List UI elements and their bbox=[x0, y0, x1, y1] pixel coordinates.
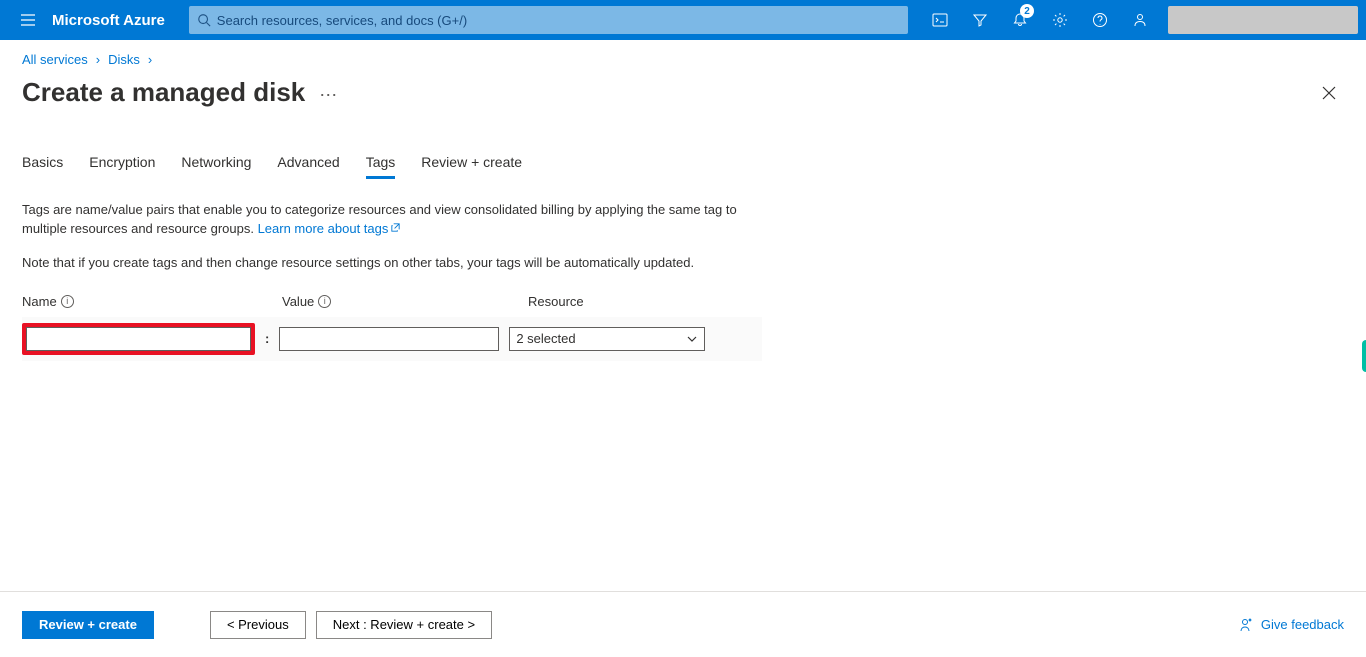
account-info[interactable] bbox=[1168, 6, 1358, 34]
info-icon[interactable]: i bbox=[61, 295, 74, 308]
close-icon bbox=[1322, 86, 1336, 100]
page-body: All services › Disks › Create a managed … bbox=[0, 40, 1366, 591]
menu-icon bbox=[20, 12, 36, 28]
column-headers: Name i Value i Resource bbox=[22, 294, 762, 309]
help-button[interactable] bbox=[1082, 0, 1118, 40]
search-input[interactable] bbox=[217, 13, 900, 28]
tab-encryption[interactable]: Encryption bbox=[89, 148, 155, 179]
previous-button[interactable]: < Previous bbox=[210, 611, 306, 639]
tab-review-create[interactable]: Review + create bbox=[421, 148, 522, 179]
breadcrumb-link[interactable]: Disks bbox=[108, 52, 140, 67]
next-button[interactable]: Next : Review + create > bbox=[316, 611, 492, 639]
value-column-header: Value bbox=[282, 294, 314, 309]
close-button[interactable] bbox=[1314, 82, 1344, 104]
page-title: Create a managed disk bbox=[22, 77, 305, 108]
more-actions-button[interactable]: ⋯ bbox=[319, 85, 337, 106]
tab-tags[interactable]: Tags bbox=[366, 148, 396, 179]
review-create-button[interactable]: Review + create bbox=[22, 611, 154, 639]
tab-basics[interactable]: Basics bbox=[22, 148, 63, 179]
directory-filter-button[interactable] bbox=[962, 0, 998, 40]
tab-networking[interactable]: Networking bbox=[181, 148, 251, 179]
top-bar: Microsoft Azure 2 bbox=[0, 0, 1366, 40]
feedback-person-icon bbox=[1239, 617, 1255, 633]
global-search[interactable] bbox=[189, 6, 908, 34]
tag-name-input[interactable] bbox=[26, 327, 251, 351]
notifications-button[interactable]: 2 bbox=[1002, 0, 1038, 40]
info-icon[interactable]: i bbox=[318, 295, 331, 308]
name-value-separator: : bbox=[265, 331, 269, 346]
tags-description: Tags are name/value pairs that enable yo… bbox=[22, 201, 762, 239]
learn-more-link[interactable]: Learn more about tags bbox=[258, 221, 402, 236]
chevron-right-icon: › bbox=[96, 52, 100, 67]
external-link-icon bbox=[390, 220, 401, 239]
tag-value-input[interactable] bbox=[279, 327, 499, 351]
gear-icon bbox=[1052, 12, 1068, 28]
chevron-down-icon bbox=[686, 333, 698, 345]
chevron-right-icon: › bbox=[148, 52, 152, 67]
resource-column-header: Resource bbox=[528, 294, 584, 309]
name-column-header: Name bbox=[22, 294, 57, 309]
help-icon bbox=[1092, 12, 1108, 28]
feedback-icon bbox=[1132, 12, 1148, 28]
tags-note: Note that if you create tags and then ch… bbox=[22, 255, 762, 270]
search-icon bbox=[197, 13, 211, 27]
give-feedback-label: Give feedback bbox=[1261, 617, 1344, 632]
cloud-shell-icon bbox=[932, 12, 948, 28]
give-feedback-link[interactable]: Give feedback bbox=[1239, 617, 1344, 633]
breadcrumb: All services › Disks › bbox=[22, 52, 1344, 67]
wizard-footer: Review + create < Previous Next : Review… bbox=[0, 591, 1366, 657]
side-tab[interactable] bbox=[1362, 340, 1366, 372]
tag-input-row: : 2 selected bbox=[22, 317, 762, 361]
top-icons: 2 bbox=[922, 0, 1358, 40]
notification-badge: 2 bbox=[1020, 4, 1034, 18]
cloud-shell-button[interactable] bbox=[922, 0, 958, 40]
feedback-button[interactable] bbox=[1122, 0, 1158, 40]
name-input-highlight bbox=[22, 323, 255, 355]
hamburger-menu[interactable] bbox=[8, 12, 48, 28]
filter-icon bbox=[972, 12, 988, 28]
tabs: Basics Encryption Networking Advanced Ta… bbox=[22, 148, 1344, 179]
resource-select-value: 2 selected bbox=[516, 331, 575, 346]
settings-button[interactable] bbox=[1042, 0, 1078, 40]
breadcrumb-link[interactable]: All services bbox=[22, 52, 88, 67]
resource-select[interactable]: 2 selected bbox=[509, 327, 705, 351]
tab-advanced[interactable]: Advanced bbox=[277, 148, 339, 179]
brand-label[interactable]: Microsoft Azure bbox=[52, 12, 165, 29]
